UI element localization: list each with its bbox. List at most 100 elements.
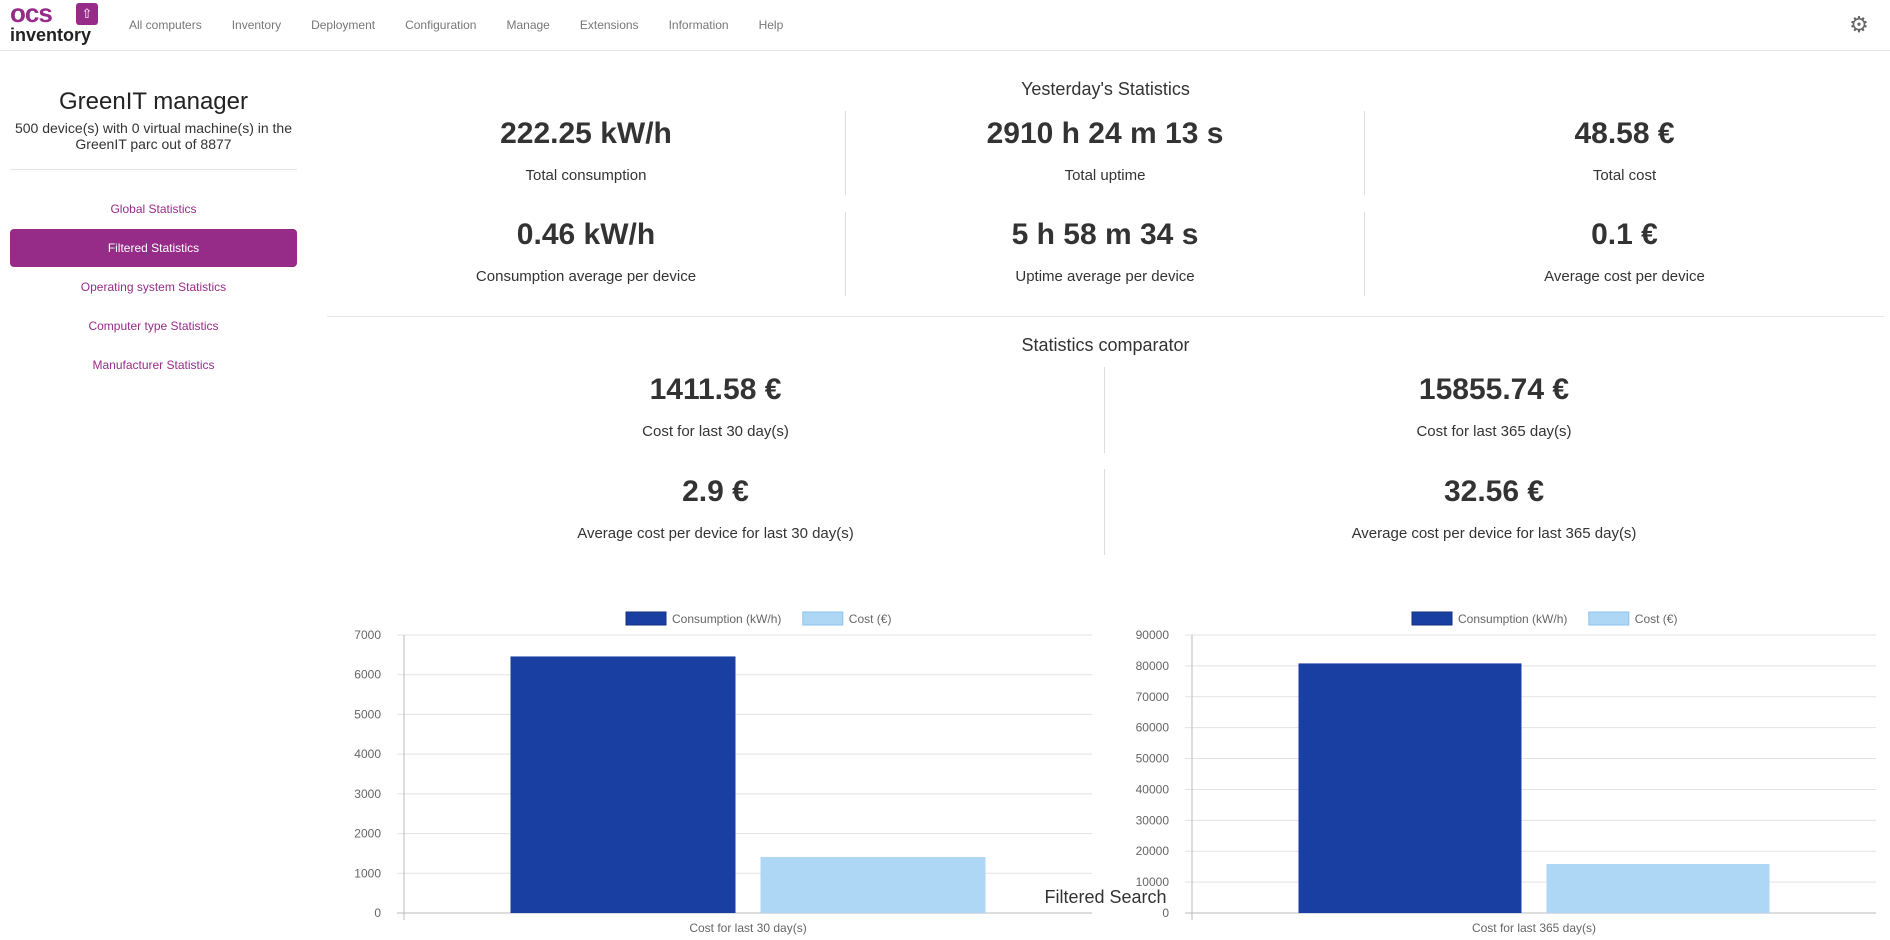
stat-consumption-average: 0.46 kW/h Consumption average per device — [327, 212, 846, 296]
stat-average-cost-365-days: 32.56 € Average cost per device for last… — [1105, 469, 1883, 555]
yesterday-statistics-title: Yesterday's Statistics — [1021, 79, 1190, 99]
legend-item: Cost (€) — [802, 611, 892, 626]
legend-item: Consumption (kW/h) — [1411, 611, 1567, 626]
yesterday-row-2: 0.46 kW/h Consumption average per device… — [327, 212, 1884, 296]
y-tick-label: 0 — [374, 906, 381, 920]
comparator-row-2: 2.9 € Average cost per device for last 3… — [327, 469, 1884, 555]
sidebar-item-manufacturer-statistics[interactable]: Manufacturer Statistics — [10, 346, 297, 384]
y-tick-label: 30000 — [1136, 813, 1170, 827]
stat-label: Average cost per device for last 30 day(… — [577, 525, 854, 542]
stat-value: 32.56 € — [1443, 475, 1545, 508]
y-tick-label: 80000 — [1136, 659, 1170, 673]
nav-extensions[interactable]: Extensions — [565, 18, 654, 32]
stat-uptime-average: 5 h 58 m 34 s Uptime average per device — [846, 212, 1365, 296]
legend-label: Cost (€) — [1635, 612, 1678, 626]
nav-help[interactable]: Help — [744, 18, 799, 32]
stat-label: Total consumption — [525, 167, 647, 184]
stat-cost-30-days: 1411.58 € Cost for last 30 day(s) — [327, 367, 1105, 453]
x-tick-label: Cost for last 365 day(s) — [1472, 921, 1596, 935]
sidebar: GreenIT manager 500 device(s) with 0 vir… — [10, 88, 297, 385]
nav-deployment[interactable]: Deployment — [296, 18, 390, 32]
bar-consumption — [510, 656, 736, 913]
chart-365-days-svg: Consumption (kW/h) Cost (€)01000020000300… — [1136, 611, 1876, 935]
sidebar-item-filtered-statistics[interactable]: Filtered Statistics — [10, 229, 297, 267]
stat-value: 5 h 58 m 34 s — [1011, 218, 1199, 251]
yesterday-row-1: 222.25 kW/h Total consumption 2910 h 24 … — [327, 111, 1884, 195]
logo-arrow-icon: ⇧ — [76, 3, 98, 25]
stat-label: Average cost per device — [1544, 268, 1705, 285]
statistics-comparator-title: Statistics comparator — [1021, 335, 1190, 355]
sidebar-item-os-statistics[interactable]: Operating system Statistics — [10, 268, 297, 306]
stat-average-cost-30-days: 2.9 € Average cost per device for last 3… — [327, 469, 1105, 555]
y-tick-label: 40000 — [1136, 782, 1170, 796]
legend-swatch — [1588, 611, 1630, 626]
sidebar-item-computer-type-statistics[interactable]: Computer type Statistics — [10, 307, 297, 345]
filtered-search-title: Filtered Search — [1044, 887, 1167, 907]
stat-value: 15855.74 € — [1418, 373, 1570, 406]
stat-value: 2910 h 24 m 13 s — [986, 117, 1224, 150]
stat-label: Average cost per device for last 365 day… — [1351, 525, 1637, 542]
stat-total-uptime: 2910 h 24 m 13 s Total uptime — [846, 111, 1365, 195]
y-tick-label: 90000 — [1136, 628, 1170, 642]
y-tick-label: 3000 — [354, 787, 381, 801]
ocs-inventory-logo[interactable]: ocs ⇧ inventory — [10, 0, 100, 45]
y-tick-label: 1000 — [354, 866, 381, 880]
y-tick-label: 50000 — [1136, 752, 1170, 766]
sidebar-item-global-statistics[interactable]: Global Statistics — [10, 190, 297, 228]
chart-365-days: Consumption (kW/h) Cost (€) 0 10000 20000 300… — [1106, 555, 1890, 940]
gear-icon[interactable]: ⚙ — [1848, 14, 1870, 36]
legend-swatch — [625, 611, 667, 626]
logo-word-inventory: inventory — [10, 25, 92, 45]
legend-label: Consumption (kW/h) — [1458, 612, 1567, 626]
nav-configuration[interactable]: Configuration — [390, 18, 491, 32]
section-divider — [327, 316, 1884, 317]
y-tick-label: 5000 — [354, 707, 381, 721]
y-tick-label: 60000 — [1136, 721, 1170, 735]
legend-item: Cost (€) — [1588, 611, 1678, 626]
y-tick-label: 0 — [1162, 906, 1169, 920]
bar-consumption — [1298, 663, 1522, 913]
x-tick-label: Cost for last 30 day(s) — [689, 921, 806, 935]
stat-value: 0.46 kW/h — [516, 218, 656, 251]
sidebar-menu: Global Statistics Filtered Statistics Op… — [10, 190, 297, 384]
sidebar-device-summary: 500 device(s) with 0 virtual machine(s) … — [14, 120, 292, 152]
chart-30-days: Consumption (kW/h) Cost (€) 0 1000 2000 3000 4… — [327, 555, 1117, 940]
y-tick-label: 4000 — [354, 747, 381, 761]
stat-label: Uptime average per device — [1015, 268, 1195, 285]
stat-value: 2.9 € — [682, 475, 749, 508]
y-tick-label: 2000 — [354, 827, 381, 841]
nav-all-computers[interactable]: All computers — [114, 18, 217, 32]
y-tick-label: 20000 — [1136, 844, 1170, 858]
nav-manage[interactable]: Manage — [491, 18, 564, 32]
legend-item: Consumption (kW/h) — [625, 611, 781, 626]
stat-label: Total uptime — [1064, 167, 1146, 184]
legend-swatch — [802, 611, 844, 626]
stat-value: 0.1 € — [1591, 218, 1658, 251]
logo-word-ocs: ocs — [10, 0, 53, 28]
nav-information[interactable]: Information — [654, 18, 744, 32]
top-navbar: ocs ⇧ inventory All computers Inventory … — [0, 0, 1890, 51]
comparator-row-1: 1411.58 € Cost for last 30 day(s) 15855.… — [327, 367, 1884, 453]
stat-value: 1411.58 € — [649, 373, 782, 406]
main-menu: All computers Inventory Deployment Confi… — [114, 0, 798, 50]
stat-total-consumption: 222.25 kW/h Total consumption — [327, 111, 846, 195]
nav-inventory[interactable]: Inventory — [217, 18, 296, 32]
legend-label: Consumption (kW/h) — [672, 612, 781, 626]
stat-label: Total cost — [1592, 167, 1657, 184]
chart-30-days-svg: Consumption (kW/h) Cost (€) 0 1000 2000 3000 4… — [354, 611, 1092, 935]
sidebar-title: GreenIT manager — [59, 88, 248, 115]
y-tick-label: 6000 — [354, 668, 381, 682]
legend-label: Cost (€) — [849, 612, 892, 626]
stat-total-cost: 48.58 € Total cost — [1365, 111, 1884, 195]
stat-value: 48.58 € — [1574, 117, 1675, 150]
legend-swatch — [1411, 611, 1453, 626]
y-tick-label: 70000 — [1136, 690, 1170, 704]
y-tick-label: 7000 — [354, 628, 381, 642]
stat-value: 222.25 kW/h — [500, 117, 672, 150]
sidebar-divider — [10, 169, 297, 170]
stat-label: Cost for last 365 day(s) — [1416, 423, 1572, 440]
stat-average-cost: 0.1 € Average cost per device — [1365, 212, 1884, 296]
stat-label: Cost for last 30 day(s) — [642, 423, 789, 440]
stat-cost-365-days: 15855.74 € Cost for last 365 day(s) — [1105, 367, 1883, 453]
stat-label: Consumption average per device — [475, 268, 697, 285]
